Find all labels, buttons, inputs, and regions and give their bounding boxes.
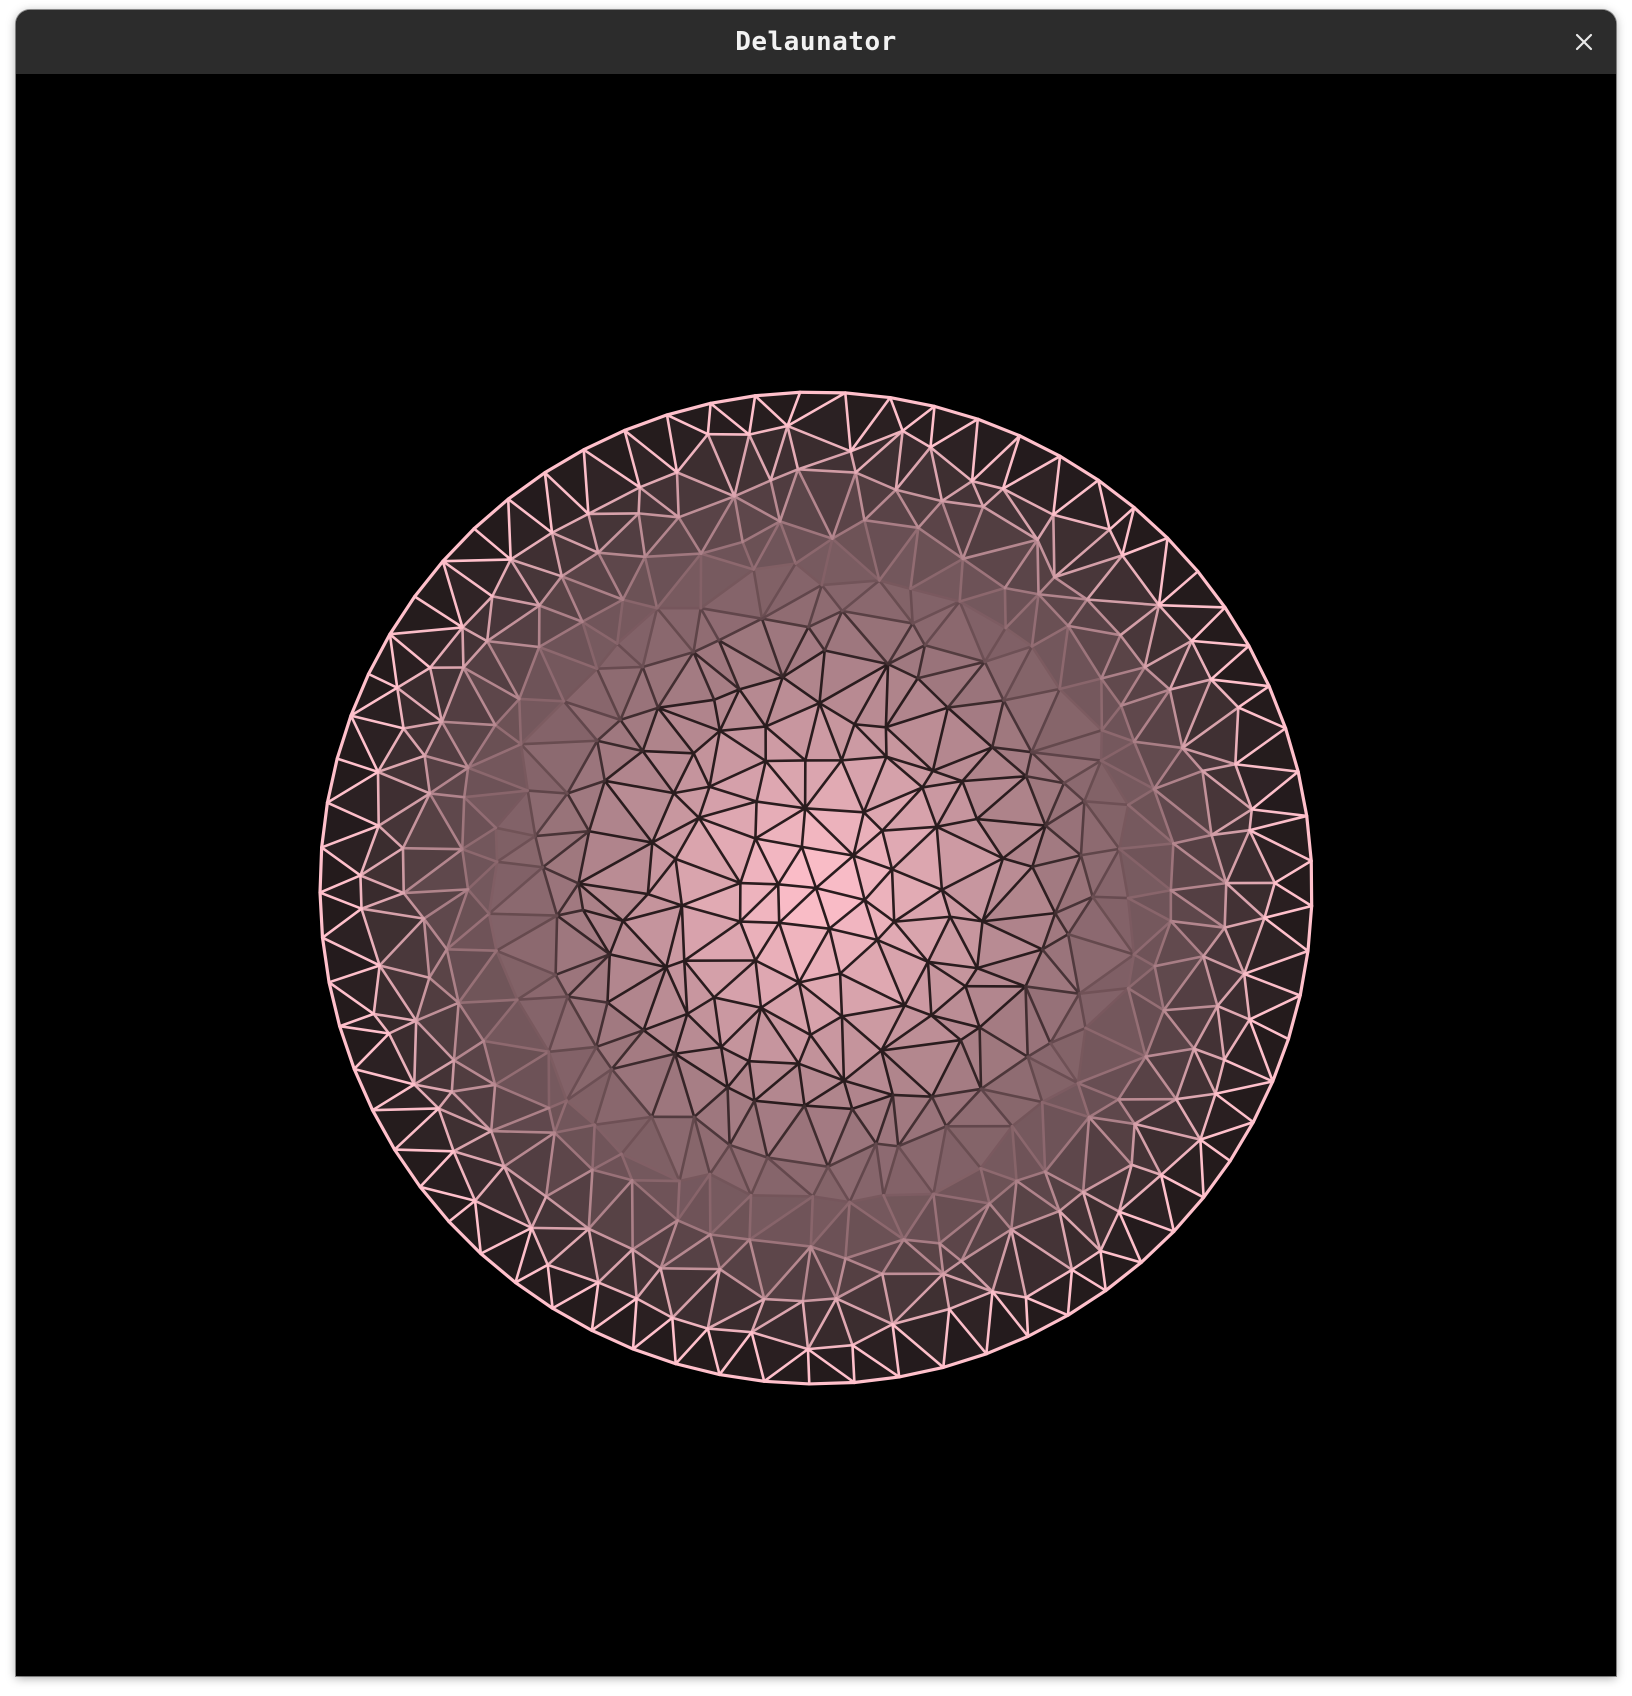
mesh-edge — [978, 1026, 983, 1091]
mesh-edge — [494, 826, 499, 864]
mesh-edge — [401, 846, 464, 851]
hull-edge — [807, 1380, 857, 1386]
mesh-edge — [882, 1192, 935, 1197]
mesh-edge — [637, 486, 642, 515]
mesh-edge — [587, 512, 640, 516]
app-window: Delaunator — [16, 10, 1616, 1676]
mesh-edge — [884, 725, 888, 759]
mesh-edge — [749, 1193, 815, 1198]
mesh-edge — [1099, 728, 1104, 762]
mesh-edge — [738, 920, 781, 925]
close-button[interactable] — [1566, 24, 1602, 60]
mesh-edge — [530, 1226, 591, 1231]
mesh-edge — [764, 759, 807, 763]
mesh-edge — [441, 558, 513, 563]
mesh-edge — [806, 1347, 811, 1386]
mesh-edge — [630, 1178, 681, 1183]
mesh-edge — [401, 846, 406, 895]
triangulation-canvas[interactable] — [16, 74, 1616, 1676]
hull-edge — [318, 845, 324, 895]
mesh-edge — [739, 881, 780, 886]
mesh-edge — [659, 1266, 722, 1271]
mesh-edge — [595, 665, 645, 670]
mesh-edge — [891, 1093, 934, 1099]
mesh-edge — [445, 948, 498, 952]
mesh-edge — [748, 1193, 753, 1241]
mesh-edge — [1091, 895, 1130, 900]
mesh-edge — [554, 914, 559, 977]
mesh-edge — [371, 1107, 440, 1112]
delaunay-mesh — [318, 390, 1314, 1386]
mesh-edge — [393, 1148, 455, 1153]
mesh-edge — [1223, 881, 1228, 929]
mesh-edge — [630, 1178, 634, 1251]
mesh-edge — [1052, 513, 1056, 579]
mesh-edge — [675, 471, 680, 519]
hull-edge — [798, 390, 847, 395]
mesh-edge — [489, 1129, 556, 1135]
mesh-edge — [1036, 538, 1040, 596]
mesh-edge — [776, 883, 781, 925]
mesh-edge — [517, 697, 523, 746]
mesh-edge — [838, 972, 844, 1018]
mesh-edge — [1003, 586, 1007, 630]
mesh-edge — [359, 874, 363, 911]
mesh-edge — [754, 800, 758, 840]
window-title: Delaunator — [735, 27, 897, 57]
mesh-edge — [461, 626, 465, 669]
titlebar[interactable]: Delaunator — [16, 10, 1616, 75]
mesh-edge — [376, 770, 380, 828]
